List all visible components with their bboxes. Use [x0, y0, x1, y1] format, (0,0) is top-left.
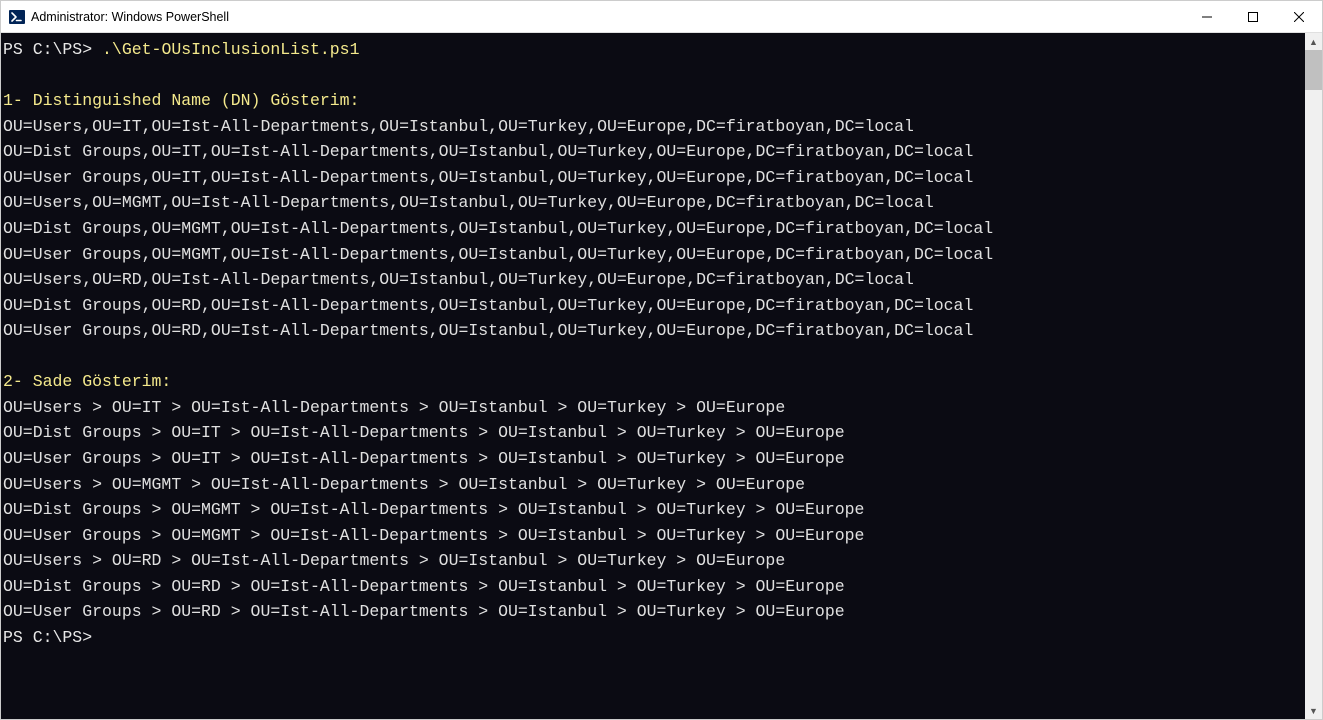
minimize-button[interactable]	[1184, 1, 1230, 32]
sade-line: OU=Dist Groups > OU=RD > OU=Ist-All-Depa…	[3, 577, 845, 596]
sade-line: OU=User Groups > OU=RD > OU=Ist-All-Depa…	[3, 602, 845, 621]
window-title: Administrator: Windows PowerShell	[31, 10, 1184, 24]
powershell-icon	[9, 9, 25, 25]
dn-line: OU=Dist Groups,OU=IT,OU=Ist-All-Departme…	[3, 142, 973, 161]
sade-line: OU=User Groups > OU=IT > OU=Ist-All-Depa…	[3, 449, 845, 468]
titlebar[interactable]: Administrator: Windows PowerShell	[1, 1, 1322, 33]
sade-line: OU=User Groups > OU=MGMT > OU=Ist-All-De…	[3, 526, 864, 545]
terminal-output[interactable]: PS C:\PS> .\Get-OUsInclusionList.ps1 1- …	[1, 33, 1305, 719]
blank-line	[3, 344, 1303, 370]
sade-line: OU=Dist Groups > OU=IT > OU=Ist-All-Depa…	[3, 423, 845, 442]
dn-line: OU=User Groups,OU=IT,OU=Ist-All-Departme…	[3, 168, 973, 187]
dn-line: OU=Users,OU=MGMT,OU=Ist-All-Departments,…	[3, 193, 934, 212]
dn-line: OU=Dist Groups,OU=MGMT,OU=Ist-All-Depart…	[3, 219, 993, 238]
close-button[interactable]	[1276, 1, 1322, 32]
prompt-line: PS C:\PS>	[3, 40, 102, 59]
scrollbar-down-button[interactable]: ▼	[1305, 702, 1322, 719]
prompt-line: PS C:\PS>	[3, 628, 92, 647]
section-heading-sade: 2- Sade Gösterim:	[3, 372, 171, 391]
dn-line: OU=Users,OU=IT,OU=Ist-All-Departments,OU…	[3, 117, 914, 136]
scrollbar-thumb[interactable]	[1305, 50, 1322, 90]
scrollbar-up-button[interactable]: ▲	[1305, 33, 1322, 50]
dn-line: OU=User Groups,OU=RD,OU=Ist-All-Departme…	[3, 321, 973, 340]
vertical-scrollbar[interactable]: ▲ ▼	[1305, 33, 1322, 719]
sade-line: OU=Dist Groups > OU=MGMT > OU=Ist-All-De…	[3, 500, 864, 519]
sade-line: OU=Users > OU=IT > OU=Ist-All-Department…	[3, 398, 785, 417]
dn-line: OU=User Groups,OU=MGMT,OU=Ist-All-Depart…	[3, 245, 993, 264]
sade-line: OU=Users > OU=RD > OU=Ist-All-Department…	[3, 551, 785, 570]
sade-line: OU=Users > OU=MGMT > OU=Ist-All-Departme…	[3, 475, 805, 494]
scrollbar-track[interactable]	[1305, 50, 1322, 702]
section-heading-dn: 1- Distinguished Name (DN) Gösterim:	[3, 91, 359, 110]
dn-line: OU=Users,OU=RD,OU=Ist-All-Departments,OU…	[3, 270, 914, 289]
dn-line: OU=Dist Groups,OU=RD,OU=Ist-All-Departme…	[3, 296, 973, 315]
blank-line	[3, 63, 1303, 89]
window-controls	[1184, 1, 1322, 32]
maximize-button[interactable]	[1230, 1, 1276, 32]
command-text: .\Get-OUsInclusionList.ps1	[102, 40, 359, 59]
